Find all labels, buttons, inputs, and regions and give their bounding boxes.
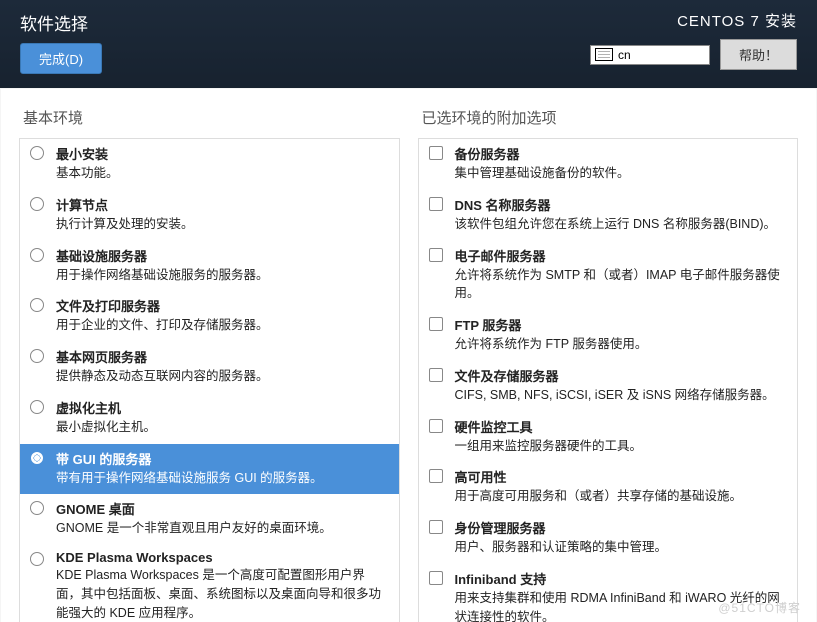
addon-item-label: 高可用性 — [455, 467, 788, 486]
environment-item[interactable]: 基本网页服务器提供静态及动态互联网内容的服务器。 — [20, 342, 399, 393]
addon-item-label: 文件及存储服务器 — [455, 366, 788, 385]
checkbox-icon[interactable] — [429, 248, 443, 262]
environment-item[interactable]: 带 GUI 的服务器带有用于操作网络基础设施服务 GUI 的服务器。 — [20, 444, 399, 495]
addon-item-desc: 用户、服务器和认证策略的集中管理。 — [455, 538, 788, 557]
addon-item[interactable]: Infiniband 支持用来支持集群和使用 RDMA InfiniBand 和… — [419, 564, 798, 622]
environment-item-label: 虚拟化主机 — [56, 398, 389, 417]
help-button[interactable]: 帮助！ — [720, 39, 797, 70]
environment-item-desc: 用于企业的文件、打印及存储服务器。 — [56, 316, 389, 335]
addon-item[interactable]: 高可用性用于高度可用服务和（或者）共享存储的基础设施。 — [419, 462, 798, 513]
environment-item-label: 基础设施服务器 — [56, 246, 389, 265]
environment-item[interactable]: GNOME 桌面GNOME 是一个非常直观且用户友好的桌面环境。 — [20, 494, 399, 545]
checkbox-icon[interactable] — [429, 520, 443, 534]
addon-item-desc: 集中管理基础设施备份的软件。 — [455, 164, 788, 183]
environment-item-label: 基本网页服务器 — [56, 347, 389, 366]
addon-item-desc: CIFS, SMB, NFS, iSCSI, iSER 及 iSNS 网络存储服… — [455, 386, 788, 405]
radio-icon[interactable] — [30, 146, 44, 160]
header-left: 软件选择 完成(D) — [20, 10, 102, 74]
addon-item-desc: 允许将系统作为 SMTP 和（或者）IMAP 电子邮件服务器使用。 — [455, 266, 788, 304]
environment-item-desc: 用于操作网络基础设施服务的服务器。 — [56, 266, 389, 285]
environment-item-label: GNOME 桌面 — [56, 499, 389, 518]
environment-item[interactable]: 文件及打印服务器用于企业的文件、打印及存储服务器。 — [20, 291, 399, 342]
radio-icon[interactable] — [30, 501, 44, 515]
checkbox-icon[interactable] — [429, 469, 443, 483]
addon-item-desc: 用来支持集群和使用 RDMA InfiniBand 和 iWARO 光纤的网状连… — [455, 589, 788, 622]
header-right: CENTOS 7 安装 cn 帮助！ — [590, 10, 797, 70]
done-button[interactable]: 完成(D) — [20, 43, 102, 74]
addon-item-desc: 该软件包组允许您在系统上运行 DNS 名称服务器(BIND)。 — [455, 215, 788, 234]
addon-item-label: FTP 服务器 — [455, 315, 788, 334]
addon-item[interactable]: 备份服务器集中管理基础设施备份的软件。 — [419, 139, 798, 190]
addon-panel: 已选环境的附加选项 备份服务器集中管理基础设施备份的软件。DNS 名称服务器该软… — [418, 107, 799, 622]
addon-item-label: DNS 名称服务器 — [455, 195, 788, 214]
addon-item-desc: 允许将系统作为 FTP 服务器使用。 — [455, 335, 788, 354]
environment-item[interactable]: 最小安装基本功能。 — [20, 139, 399, 190]
radio-icon[interactable] — [30, 349, 44, 363]
radio-icon[interactable] — [30, 400, 44, 414]
radio-icon[interactable] — [30, 298, 44, 312]
addon-item-label: 备份服务器 — [455, 144, 788, 163]
radio-icon[interactable] — [30, 552, 44, 566]
addon-item[interactable]: 电子邮件服务器允许将系统作为 SMTP 和（或者）IMAP 电子邮件服务器使用。 — [419, 241, 798, 311]
addon-item-label: Infiniband 支持 — [455, 569, 788, 588]
base-environment-panel: 基本环境 最小安装基本功能。计算节点执行计算及处理的安装。基础设施服务器用于操作… — [19, 107, 400, 622]
header-bar: 软件选择 完成(D) CENTOS 7 安装 cn 帮助！ — [0, 0, 817, 88]
environment-item-label: 文件及打印服务器 — [56, 296, 389, 315]
keyboard-layout-label: cn — [618, 48, 631, 62]
addon-item[interactable]: 身份管理服务器用户、服务器和认证策略的集中管理。 — [419, 513, 798, 564]
base-environment-list[interactable]: 最小安装基本功能。计算节点执行计算及处理的安装。基础设施服务器用于操作网络基础设… — [19, 138, 400, 622]
environment-item[interactable]: 基础设施服务器用于操作网络基础设施服务的服务器。 — [20, 241, 399, 292]
checkbox-icon[interactable] — [429, 419, 443, 433]
checkbox-icon[interactable] — [429, 197, 443, 211]
addon-item-label: 硬件监控工具 — [455, 417, 788, 436]
environment-item-desc: 基本功能。 — [56, 164, 389, 183]
content-body: 基本环境 最小安装基本功能。计算节点执行计算及处理的安装。基础设施服务器用于操作… — [1, 89, 816, 622]
software-selection-window: 软件选择 完成(D) CENTOS 7 安装 cn 帮助！ 基本环境 最小安装基… — [0, 0, 817, 622]
checkbox-icon[interactable] — [429, 317, 443, 331]
environment-item-label: 带 GUI 的服务器 — [56, 449, 389, 468]
environment-item-desc: 提供静态及动态互联网内容的服务器。 — [56, 367, 389, 386]
addon-item[interactable]: 文件及存储服务器CIFS, SMB, NFS, iSCSI, iSER 及 iS… — [419, 361, 798, 412]
addon-item[interactable]: 硬件监控工具一组用来监控服务器硬件的工具。 — [419, 412, 798, 463]
checkbox-icon[interactable] — [429, 571, 443, 585]
addon-item-desc: 一组用来监控服务器硬件的工具。 — [455, 437, 788, 456]
addon-item[interactable]: DNS 名称服务器该软件包组允许您在系统上运行 DNS 名称服务器(BIND)。 — [419, 190, 798, 241]
environment-item[interactable]: 计算节点执行计算及处理的安装。 — [20, 190, 399, 241]
radio-icon[interactable] — [30, 197, 44, 211]
keyboard-icon — [595, 48, 613, 61]
environment-item[interactable]: KDE Plasma WorkspacesKDE Plasma Workspac… — [20, 545, 399, 622]
environment-item-desc: KDE Plasma Workspaces 是一个高度可配置图形用户界面，其中包… — [56, 566, 389, 622]
checkbox-icon[interactable] — [429, 146, 443, 160]
environment-item-desc: GNOME 是一个非常直观且用户友好的桌面环境。 — [56, 519, 389, 538]
installer-title: CENTOS 7 安装 — [677, 10, 797, 31]
checkbox-icon[interactable] — [429, 368, 443, 382]
addon-item-label: 身份管理服务器 — [455, 518, 788, 537]
environment-item-desc: 带有用于操作网络基础设施服务 GUI 的服务器。 — [56, 469, 389, 488]
environment-item-label: 最小安装 — [56, 144, 389, 163]
radio-icon[interactable] — [30, 248, 44, 262]
addon-list[interactable]: 备份服务器集中管理基础设施备份的软件。DNS 名称服务器该软件包组允许您在系统上… — [418, 138, 799, 622]
environment-item-desc: 最小虚拟化主机。 — [56, 418, 389, 437]
addon-item[interactable]: FTP 服务器允许将系统作为 FTP 服务器使用。 — [419, 310, 798, 361]
environment-item-label: 计算节点 — [56, 195, 389, 214]
environment-item[interactable]: 虚拟化主机最小虚拟化主机。 — [20, 393, 399, 444]
addon-item-desc: 用于高度可用服务和（或者）共享存储的基础设施。 — [455, 487, 788, 506]
keyboard-indicator[interactable]: cn — [590, 45, 710, 65]
environment-item-label: KDE Plasma Workspaces — [56, 550, 389, 565]
page-title: 软件选择 — [20, 10, 102, 35]
addon-heading: 已选环境的附加选项 — [418, 107, 799, 128]
header-right-row: cn 帮助！ — [590, 39, 797, 70]
environment-item-desc: 执行计算及处理的安装。 — [56, 215, 389, 234]
base-environment-heading: 基本环境 — [19, 107, 400, 128]
radio-icon[interactable] — [30, 451, 44, 465]
addon-item-label: 电子邮件服务器 — [455, 246, 788, 265]
